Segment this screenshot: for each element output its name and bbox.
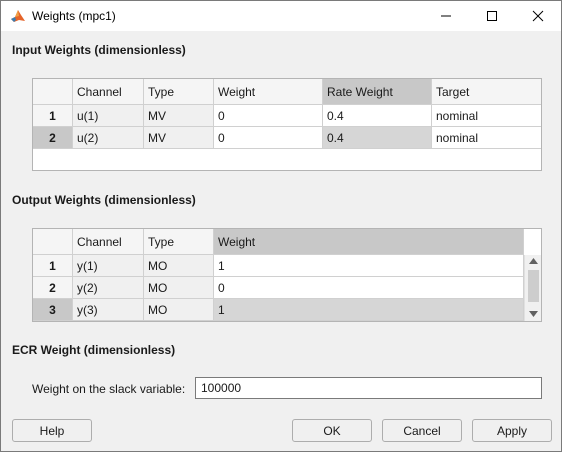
target-cell[interactable]: nominal [432, 127, 541, 149]
scrollbar-thumb[interactable] [528, 270, 539, 302]
column-header-weight: Weight [214, 79, 323, 105]
row-index: 2 [33, 127, 73, 149]
input-weights-title: Input Weights (dimensionless) [12, 43, 186, 57]
weight-cell[interactable]: 0 [214, 277, 524, 299]
weight-cell[interactable]: 1 [214, 299, 524, 321]
input-weights-table: Channel Type Weight Rate Weight Target 1… [32, 78, 542, 171]
scroll-down-icon [529, 311, 538, 317]
help-button[interactable]: Help [12, 419, 92, 442]
column-header-channel: Channel [73, 79, 144, 105]
channel-cell: y(3) [73, 299, 144, 321]
ecr-weight-title: ECR Weight (dimensionless) [12, 343, 176, 357]
channel-cell: u(2) [73, 127, 144, 149]
weight-cell[interactable]: 0 [214, 127, 323, 149]
weight-cell[interactable]: 0 [214, 105, 323, 127]
type-cell: MO [144, 277, 214, 299]
dialog-window: Weights (mpc1) Input Weights (dimensionl… [0, 0, 562, 452]
rate-weight-cell[interactable]: 0.4 [323, 127, 432, 149]
slack-weight-label: Weight on the slack variable: [32, 382, 186, 396]
type-cell: MO [144, 299, 214, 321]
dialog-content: Input Weights (dimensionless) Channel Ty… [1, 31, 561, 451]
maximize-button[interactable] [469, 1, 515, 31]
minimize-button[interactable] [423, 1, 469, 31]
corner-header [33, 229, 73, 255]
row-index: 2 [33, 277, 73, 299]
column-header-type: Type [144, 79, 214, 105]
row-index: 3 [33, 299, 73, 321]
window-title: Weights (mpc1) [32, 9, 116, 23]
type-cell: MO [144, 255, 214, 277]
weight-cell[interactable]: 1 [214, 255, 524, 277]
column-header-target: Target [432, 79, 541, 105]
column-header-weight: Weight [214, 229, 524, 255]
title-bar: Weights (mpc1) [1, 1, 561, 31]
maximize-icon [487, 11, 497, 21]
output-weights-title: Output Weights (dimensionless) [12, 193, 196, 207]
rate-weight-cell[interactable]: 0.4 [323, 105, 432, 127]
close-icon [532, 10, 544, 22]
type-cell: MV [144, 127, 214, 149]
output-weights-table: Channel Type Weight 1 y(1) MO 1 2 y(2) M… [32, 228, 542, 322]
ok-button[interactable]: OK [292, 419, 372, 442]
channel-cell: u(1) [73, 105, 144, 127]
close-button[interactable] [515, 1, 561, 31]
corner-header [33, 79, 73, 105]
column-header-channel: Channel [73, 229, 144, 255]
target-cell[interactable]: nominal [432, 105, 541, 127]
minimize-icon [441, 15, 451, 17]
output-table-scrollbar[interactable] [524, 255, 541, 321]
row-index: 1 [33, 255, 73, 277]
channel-cell: y(2) [73, 277, 144, 299]
column-header-type: Type [144, 229, 214, 255]
column-header-rate-weight: Rate Weight [323, 79, 432, 105]
channel-cell: y(1) [73, 255, 144, 277]
slack-weight-input[interactable]: 100000 [195, 377, 542, 399]
apply-button[interactable]: Apply [472, 419, 552, 442]
row-index: 1 [33, 105, 73, 127]
matlab-icon [10, 8, 26, 24]
type-cell: MV [144, 105, 214, 127]
cancel-button[interactable]: Cancel [382, 419, 462, 442]
scroll-up-icon [529, 258, 538, 264]
